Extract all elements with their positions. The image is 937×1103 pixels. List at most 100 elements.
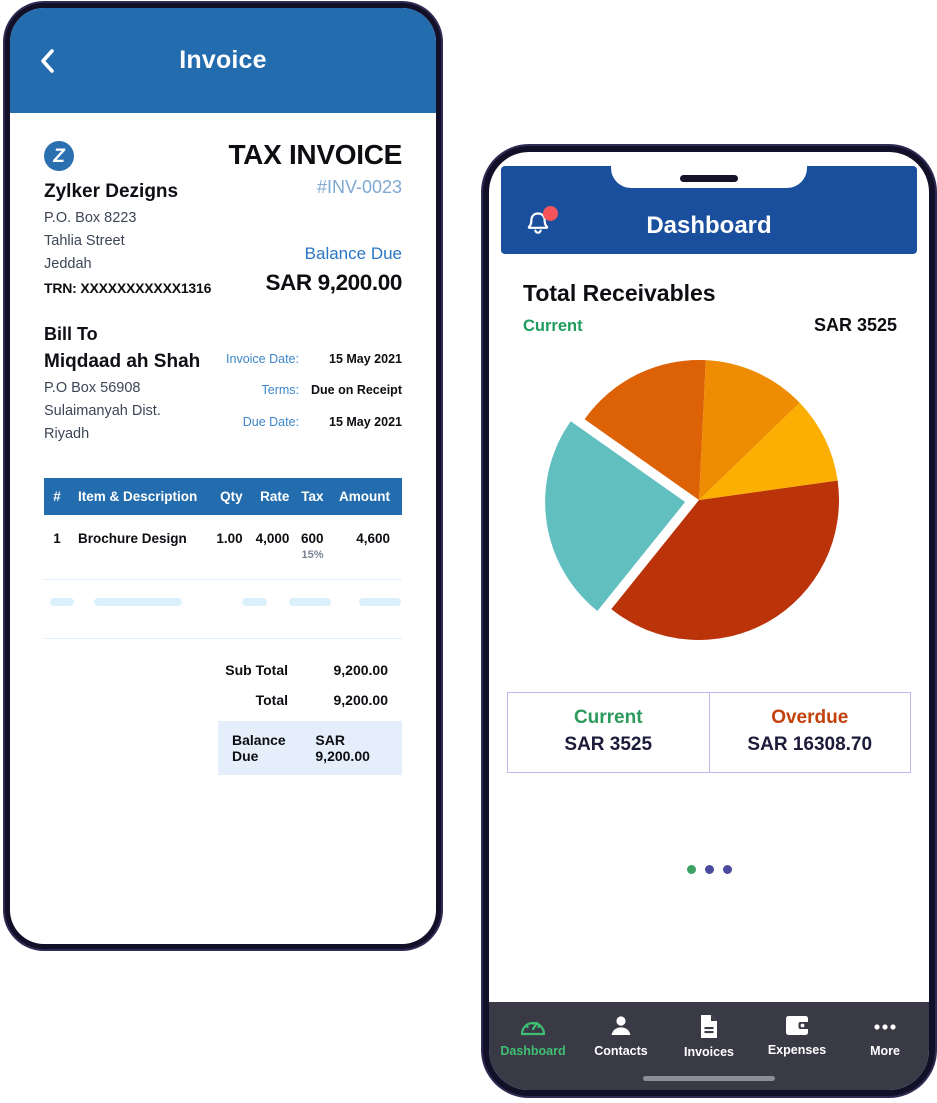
placeholder-row xyxy=(44,580,402,624)
placeholder-bar xyxy=(289,598,331,606)
summary-card-value: SAR 3525 xyxy=(564,734,653,755)
dashboard-phone: Dashboard Total Receivables Current SAR … xyxy=(489,152,929,1090)
dashboard-page-title: Dashboard xyxy=(646,212,772,239)
invoice-number: #INV-0023 xyxy=(316,177,402,197)
meta-key: Terms: xyxy=(261,383,300,398)
wallet-icon xyxy=(786,1016,810,1035)
invoice-body: Z Zylker Dezigns P.O. Box 8223 Tahlia St… xyxy=(10,113,436,775)
cell-tax-percent: 15% xyxy=(301,549,324,561)
pie-chart-svg xyxy=(545,360,839,640)
cell-tax-value: 600 xyxy=(301,531,324,546)
page-indicator-dots xyxy=(489,865,929,874)
back-chevron-icon[interactable] xyxy=(34,48,60,74)
meta-value: Due on Receipt xyxy=(311,383,402,398)
cell-qty: 1.00 xyxy=(216,531,243,546)
summary-cards: Current SAR 3525 Overdue SAR 16308.70 xyxy=(507,692,911,773)
column-header-index: # xyxy=(44,478,70,515)
line-items-table: # Item & Description Qty Rate Tax Amount… xyxy=(44,478,402,565)
cell-amount: 4,600 xyxy=(356,531,390,546)
ellipsis-icon xyxy=(874,1024,896,1030)
cell-tax: 600 15% xyxy=(297,515,331,565)
phone-notch xyxy=(611,152,807,188)
bill-to-label: Bill To xyxy=(44,324,98,344)
meta-row: Invoice Date: 15 May 2021 xyxy=(226,348,402,379)
invoice-top-section: Z Zylker Dezigns P.O. Box 8223 Tahlia St… xyxy=(44,141,402,296)
cell-description: Brochure Design xyxy=(78,531,187,546)
gauge-icon xyxy=(520,1021,546,1036)
notification-badge xyxy=(543,206,558,221)
column-header-amount: Amount xyxy=(331,478,402,515)
line-items-body: 1 Brochure Design 1.00 4,000 600 15% 4,6… xyxy=(44,515,402,565)
meta-row: Terms: Due on Receipt xyxy=(226,379,403,410)
nav-label: Dashboard xyxy=(500,1044,566,1058)
company-block: Z Zylker Dezigns P.O. Box 8223 Tahlia St… xyxy=(44,141,211,296)
page-dot[interactable] xyxy=(704,865,714,874)
summary-card-label: Overdue xyxy=(771,707,849,728)
totals-section: Sub Total 9,200.00 Total 9,200.00 Balanc… xyxy=(44,655,402,775)
document-title: TAX INVOICE xyxy=(228,139,402,170)
placeholder-bar xyxy=(242,598,267,606)
nav-item-expenses[interactable]: Expenses xyxy=(753,1014,841,1057)
meta-value: 15 May 2021 xyxy=(329,414,402,429)
placeholder-bar xyxy=(94,598,182,606)
nav-label: Invoices xyxy=(683,1045,735,1059)
summary-card-value: SAR 16308.70 xyxy=(747,734,873,755)
customer-name: Miqdaad ah Shah xyxy=(44,351,201,372)
summary-card-current[interactable]: Current SAR 3525 xyxy=(508,693,709,772)
company-name: Zylker Dezigns xyxy=(44,181,179,202)
customer-address-line: P.O Box 56908 xyxy=(44,380,141,396)
meta-value: 15 May 2021 xyxy=(329,352,402,367)
customer-address-line: Sulaimanyah Dist. xyxy=(44,403,161,419)
nav-item-contacts[interactable]: Contacts xyxy=(577,1014,665,1058)
document-icon xyxy=(701,1015,717,1038)
nav-label: Expenses xyxy=(767,1043,827,1057)
balance-due-row-label: Balance Due xyxy=(232,732,286,764)
total-value: 9,200.00 xyxy=(333,692,389,708)
page-dot[interactable] xyxy=(686,865,696,874)
column-header-tax: Tax xyxy=(297,478,332,515)
balance-due-row: Balance Due SAR 9,200.00 xyxy=(218,721,402,775)
company-address-line: Jeddah xyxy=(44,256,92,272)
total-receivables-title: Total Receivables xyxy=(523,280,716,306)
balance-due-row-value: SAR 9,200.00 xyxy=(315,732,370,764)
receivables-current-amount: SAR 3525 xyxy=(813,315,897,335)
receivables-current-label: Current xyxy=(523,317,583,335)
nav-label: More xyxy=(870,1044,900,1058)
company-trn: TRN: XXXXXXXXXXX1316 xyxy=(44,280,212,296)
bill-to-block: Bill To Miqdaad ah Shah P.O Box 56908 Su… xyxy=(44,324,200,442)
total-row: Total 9,200.00 xyxy=(44,685,402,715)
home-indicator xyxy=(643,1076,775,1081)
meta-key: Invoice Date: xyxy=(226,352,299,367)
nav-item-dashboard[interactable]: Dashboard xyxy=(489,1014,577,1058)
table-header-row: # Item & Description Qty Rate Tax Amount xyxy=(44,478,402,515)
column-header-rate: Rate xyxy=(250,478,298,515)
chevron-left-glyph xyxy=(41,48,54,73)
nav-item-invoices[interactable]: Invoices xyxy=(665,1014,753,1059)
nav-label: Contacts xyxy=(594,1044,648,1058)
invoice-phone: Invoice Z Zylker Dezigns P.O. Box 8223 T… xyxy=(10,8,436,944)
summary-card-label: Current xyxy=(573,707,643,728)
notification-bell-icon[interactable] xyxy=(523,206,558,242)
summary-card-overdue[interactable]: Overdue SAR 16308.70 xyxy=(708,693,911,772)
meta-row: Due Date: 15 May 2021 xyxy=(226,411,402,442)
table-divider xyxy=(44,638,402,639)
dashboard-header: Dashboard xyxy=(501,152,917,254)
placeholder-bar xyxy=(50,598,74,606)
cell-index: 1 xyxy=(53,531,61,546)
company-address-line: P.O. Box 8223 xyxy=(44,210,137,226)
invoice-meta-table: Invoice Date: 15 May 2021 Terms: Due on … xyxy=(226,348,402,442)
zylker-logo-icon: Z xyxy=(44,141,74,171)
nav-item-more[interactable]: More xyxy=(841,1014,929,1058)
invoice-summary-block: TAX INVOICE #INV-0023 Balance Due SAR 9,… xyxy=(228,141,402,296)
page-dot[interactable] xyxy=(722,865,732,874)
meta-key: Due Date: xyxy=(242,414,299,429)
receivables-pie-chart[interactable] xyxy=(489,350,929,650)
subtotal-row: Sub Total 9,200.00 xyxy=(44,655,402,685)
subtotal-value: 9,200.00 xyxy=(333,662,389,678)
line-items-head: # Item & Description Qty Rate Tax Amount xyxy=(44,478,402,515)
subtotal-label: Sub Total xyxy=(225,662,288,678)
table-row[interactable]: 1 Brochure Design 1.00 4,000 600 15% 4,6… xyxy=(44,515,402,565)
balance-due-amount: SAR 9,200.00 xyxy=(265,270,402,295)
column-header-qty: Qty xyxy=(212,478,251,515)
placeholder-bar xyxy=(359,598,401,606)
